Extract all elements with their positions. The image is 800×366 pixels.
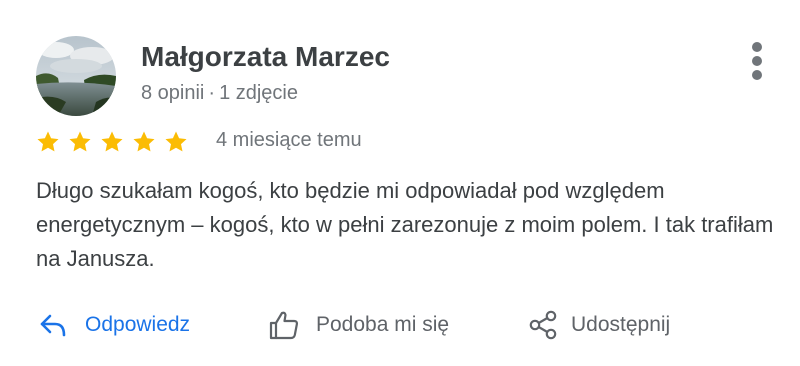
- share-button[interactable]: Udostępnij: [528, 300, 670, 350]
- star-icon: [164, 130, 188, 154]
- reply-icon: [38, 311, 68, 339]
- reply-label: Odpowiedz: [85, 313, 191, 336]
- thumbs-up-icon: [268, 309, 300, 341]
- author-meta: 8 opinii · 1 zdjęcie: [141, 82, 298, 105]
- star-icon: [100, 130, 124, 154]
- star-rating: [36, 126, 196, 158]
- share-icon: [528, 310, 558, 340]
- reply-button[interactable]: Odpowiedz: [38, 300, 190, 350]
- review-card: Małgorzata Marzec 8 opinii · 1 zdjęcie 4 m…: [0, 0, 800, 366]
- star-icon: [132, 130, 156, 154]
- star-icon: [68, 130, 92, 154]
- star-icon: [36, 130, 60, 154]
- avatar[interactable]: [36, 36, 116, 116]
- photos-count: 1 zdjęcie: [219, 82, 298, 104]
- like-button[interactable]: Podoba mi się: [268, 300, 449, 350]
- share-label: Udostępnij: [571, 313, 671, 336]
- meta-separator: ·: [208, 82, 216, 104]
- review-date: 4 miesiące temu: [216, 129, 362, 151]
- action-bar: Odpowiedz Podoba mi się Udostępnij: [0, 300, 800, 350]
- like-label: Podoba mi się: [316, 313, 450, 336]
- author-name[interactable]: Małgorzata Marzec: [141, 41, 390, 73]
- reviews-count: 8 opinii: [141, 82, 205, 104]
- more-options-button[interactable]: [744, 40, 770, 82]
- review-text: Długo szukałam kogoś, kto będzie mi odpo…: [36, 178, 774, 271]
